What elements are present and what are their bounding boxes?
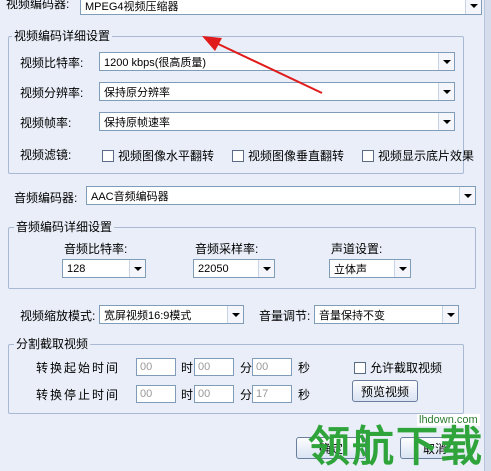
annotation-arrow-icon [202,36,323,94]
window-border [484,0,491,471]
watermark-logo: 领航下载 [308,422,485,471]
